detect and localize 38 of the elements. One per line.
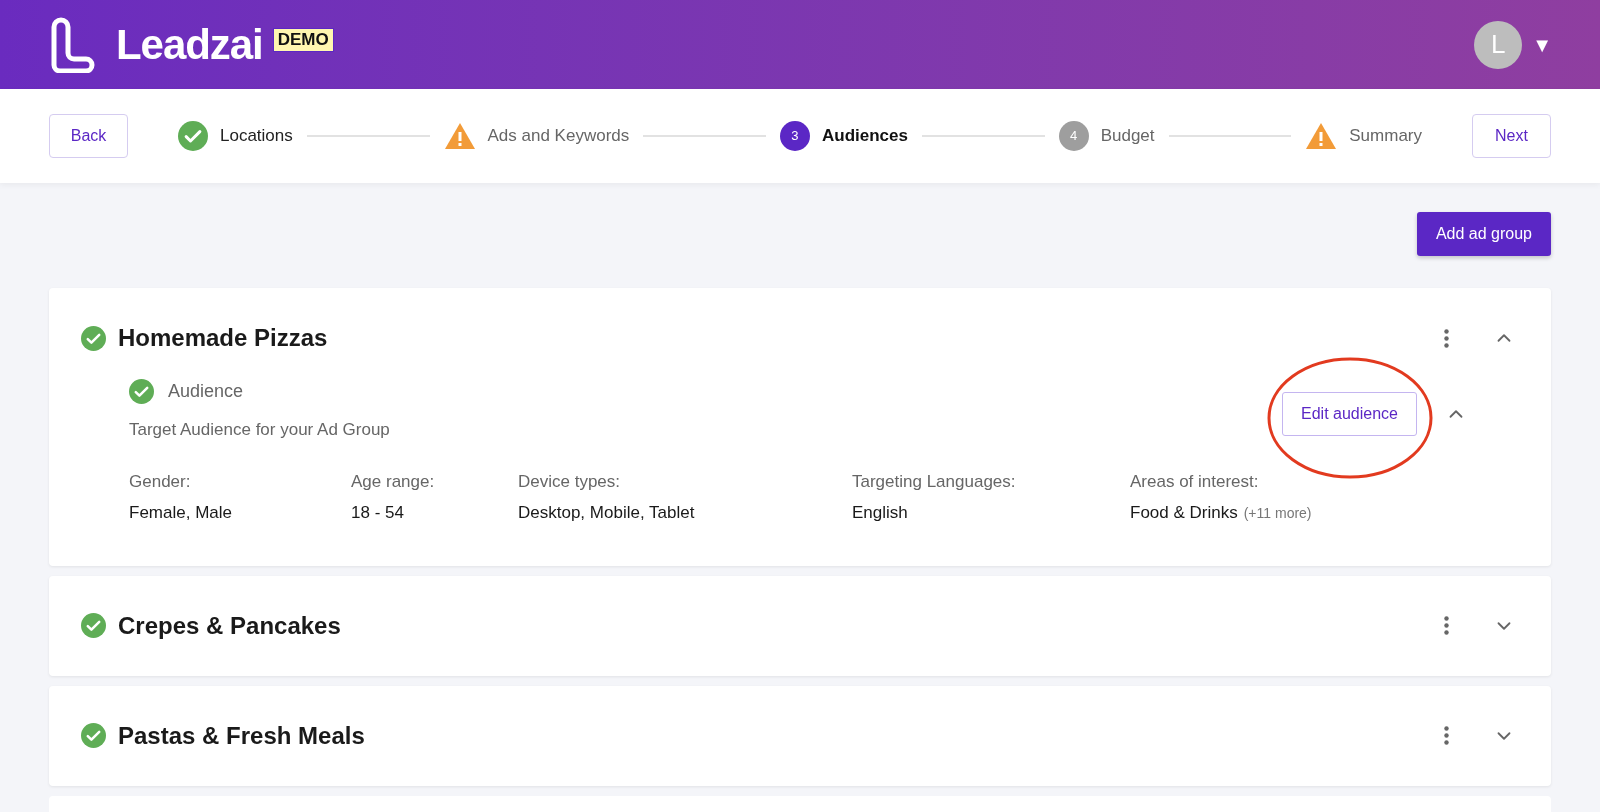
user-avatar: L	[1474, 20, 1523, 69]
more-options-icon	[1443, 726, 1449, 745]
field-label: Areas of interest:	[1130, 470, 1260, 493]
step[interactable]: Summary	[1305, 122, 1422, 150]
step-number: 3	[779, 121, 810, 151]
field-label: Gender:	[129, 470, 192, 493]
dropdown-caret: ▼	[1532, 32, 1552, 58]
step[interactable]: 3 Audiences	[779, 121, 908, 151]
section-subtitle: Target Audience for your Ad Group	[129, 419, 390, 441]
step[interactable]: Locations	[178, 121, 293, 151]
more-count: (+11 more)	[1243, 504, 1312, 523]
more-options-icon	[1443, 328, 1449, 348]
more-options-icon	[1443, 616, 1449, 635]
field-label: Targeting Languages:	[852, 470, 1017, 493]
field-label: Age range:	[351, 470, 436, 493]
section-title: Audience	[168, 380, 244, 403]
field-value: Desktop, Mobile, Tablet	[518, 502, 695, 524]
check-icon	[178, 121, 208, 151]
demo-badge: DEMO	[272, 27, 334, 52]
step[interactable]: 4 Budget	[1058, 121, 1155, 151]
warning-icon	[1305, 122, 1338, 150]
edit-audience-button[interactable]: Edit audience	[1282, 392, 1417, 436]
field-value: Food & Drinks	[1130, 502, 1238, 524]
ad-group-title: Homemade Pizzas	[118, 323, 328, 353]
step-number: 4	[1058, 121, 1089, 151]
step[interactable]: Ads and Keywords	[443, 122, 630, 150]
back-button[interactable]: Back	[49, 114, 128, 158]
brand-name: Leadzai	[116, 20, 263, 70]
ad-group-title: Crepes & Pancakes	[118, 610, 341, 641]
add-ad-group-button[interactable]: Add ad group	[1416, 212, 1551, 256]
warning-icon	[443, 122, 476, 150]
ad-group-title: Pastas & Fresh Meals	[118, 720, 365, 751]
next-button[interactable]: Next	[1472, 114, 1551, 158]
field-value: 18 - 54	[351, 502, 404, 524]
field-label: Device types:	[518, 470, 622, 493]
user-menu[interactable]: L ▼	[1474, 20, 1552, 69]
field-value: Female, Male	[129, 502, 232, 524]
field-value: English	[852, 502, 908, 524]
